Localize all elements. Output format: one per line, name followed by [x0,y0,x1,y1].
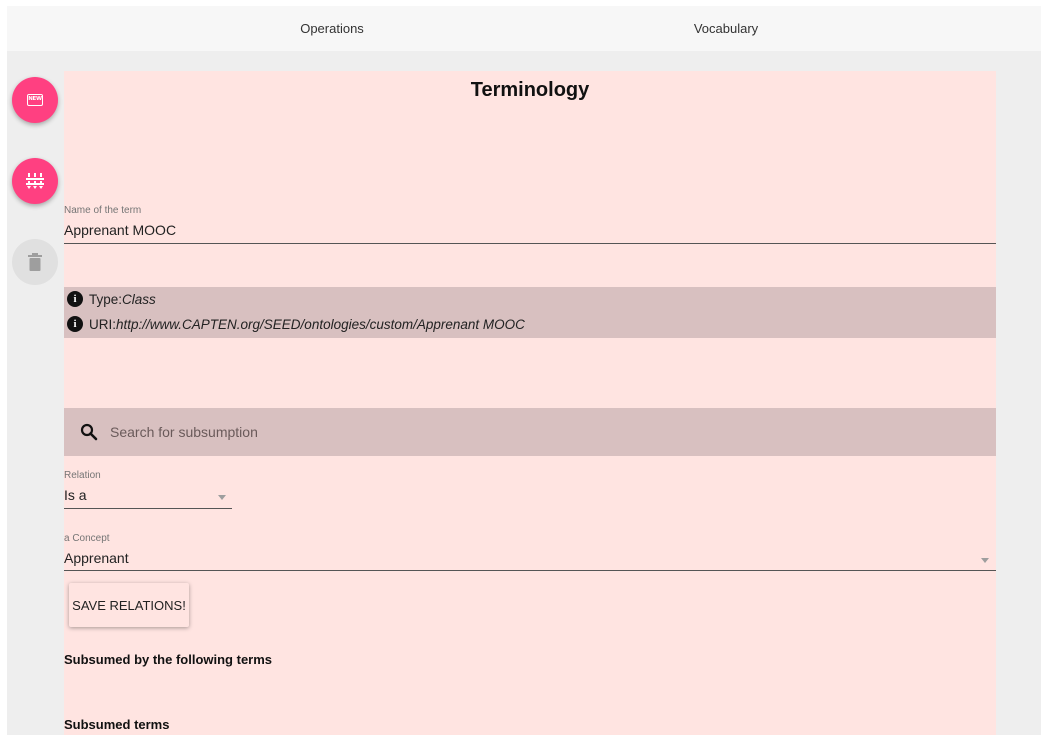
search-input[interactable] [110,424,910,440]
hierarchy-icon [26,173,44,189]
new-term-button[interactable]: NEW [12,77,58,123]
type-value: Class [122,291,156,307]
term-name-input[interactable]: Apprenant MOOC [64,222,176,238]
subsumption-search [64,408,996,456]
subsumed-terms-heading: Subsumed terms [64,717,170,732]
chevron-down-icon[interactable] [981,558,989,563]
top-navigation: Operations Vocabulary [7,6,1041,51]
trash-icon [28,253,42,271]
tab-vocabulary[interactable]: Vocabulary [626,6,826,51]
terminology-panel: Terminology Name of the term Apprenant M… [64,71,996,735]
subsumed-by-heading: Subsumed by the following terms [64,652,273,667]
info-icon: i [67,316,83,332]
term-info-box: i Type: Class i URI: http://www.CAPTEN.o… [64,287,996,338]
delete-button[interactable] [12,239,58,285]
term-name-underline [64,243,996,244]
type-info-row: i Type: Class [67,291,156,307]
concept-underline [64,570,996,571]
page-title: Terminology [470,79,590,101]
app-frame: Operations Vocabulary NEW Terminology Na… [7,6,1041,735]
hierarchy-button[interactable] [12,158,58,204]
term-name-label: Name of the term [64,205,142,216]
relation-underline [64,508,232,509]
info-icon: i [67,291,83,307]
concept-label: a Concept [64,533,110,544]
uri-value: http://www.CAPTEN.org/SEED/ontologies/cu… [116,316,525,332]
uri-info-row: i URI: http://www.CAPTEN.org/SEED/ontolo… [67,316,525,332]
tab-operations[interactable]: Operations [232,6,432,51]
search-icon [80,423,98,441]
uri-label: URI: [89,316,116,332]
new-icon: NEW [27,94,43,106]
type-label: Type: [89,291,123,307]
relation-label: Relation [64,470,101,481]
save-relations-button[interactable]: SAVE RELATIONS! [69,583,189,627]
relation-select[interactable]: Is a [64,487,87,503]
concept-select[interactable]: Apprenant [64,550,129,566]
chevron-down-icon[interactable] [218,495,226,500]
